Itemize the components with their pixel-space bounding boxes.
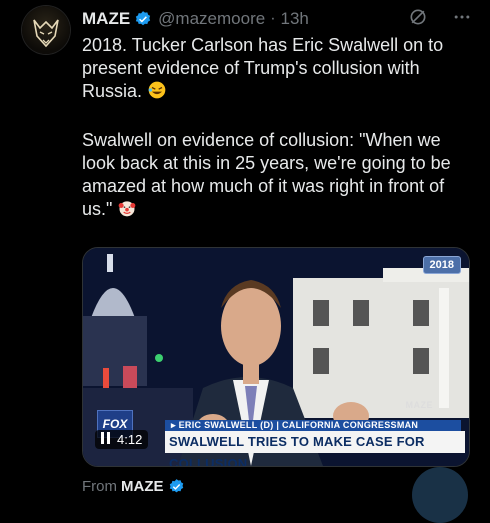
tweet-header: MAZE @mazemoore · 13h <box>82 7 480 31</box>
compose-button[interactable] <box>412 467 468 523</box>
source-name[interactable]: MAZE <box>121 478 164 495</box>
verified-badge-icon <box>134 10 152 28</box>
text-line: Russia. <box>82 81 143 101</box>
text-line: 2018. Tucker Carlson has Eric Swalwell o… <box>82 35 444 55</box>
separator: · <box>270 10 276 27</box>
chyron-headline: SWALWELL TRIES TO MAKE CASE FOR COLLUSIO… <box>165 431 465 466</box>
text-line: us." <box>82 199 113 219</box>
verified-badge-icon <box>168 478 185 495</box>
tweet-text: 2018. Tucker Carlson has Eric Swalwell o… <box>82 34 477 224</box>
watermark: MAZE <box>405 400 433 410</box>
rofl-emoji-icon <box>147 80 167 106</box>
video-duration[interactable]: 4:12 <box>95 430 149 449</box>
pause-icon[interactable] <box>101 432 111 447</box>
source-attribution: From MAZE <box>82 478 185 495</box>
text-line: amazed at how much of it was right in fr… <box>82 176 445 196</box>
text-line: present evidence of Trump's collusion wi… <box>82 58 420 78</box>
duration-label: 4:12 <box>117 432 143 447</box>
grok-icon[interactable] <box>408 7 428 32</box>
more-icon[interactable] <box>452 7 472 32</box>
author-handle[interactable]: @mazemoore <box>158 9 265 29</box>
text-line: Swalwell on evidence of collusion: "When… <box>82 130 441 150</box>
avatar[interactable] <box>22 6 70 54</box>
chyron-name: ▸ ERIC SWALWELL (D) | CALIFORNIA CONGRES… <box>165 420 461 431</box>
video-player[interactable]: 2018 MAZE FOX ▸ ERIC SWALWELL (D) | CALI… <box>82 247 470 467</box>
from-label: From <box>82 478 117 495</box>
text-line: look back at this in 25 years, we're goi… <box>82 153 451 173</box>
author-name[interactable]: MAZE <box>82 9 130 29</box>
timestamp[interactable]: 13h <box>281 9 309 29</box>
year-badge: 2018 <box>422 256 461 274</box>
clown-emoji-icon <box>117 198 137 224</box>
